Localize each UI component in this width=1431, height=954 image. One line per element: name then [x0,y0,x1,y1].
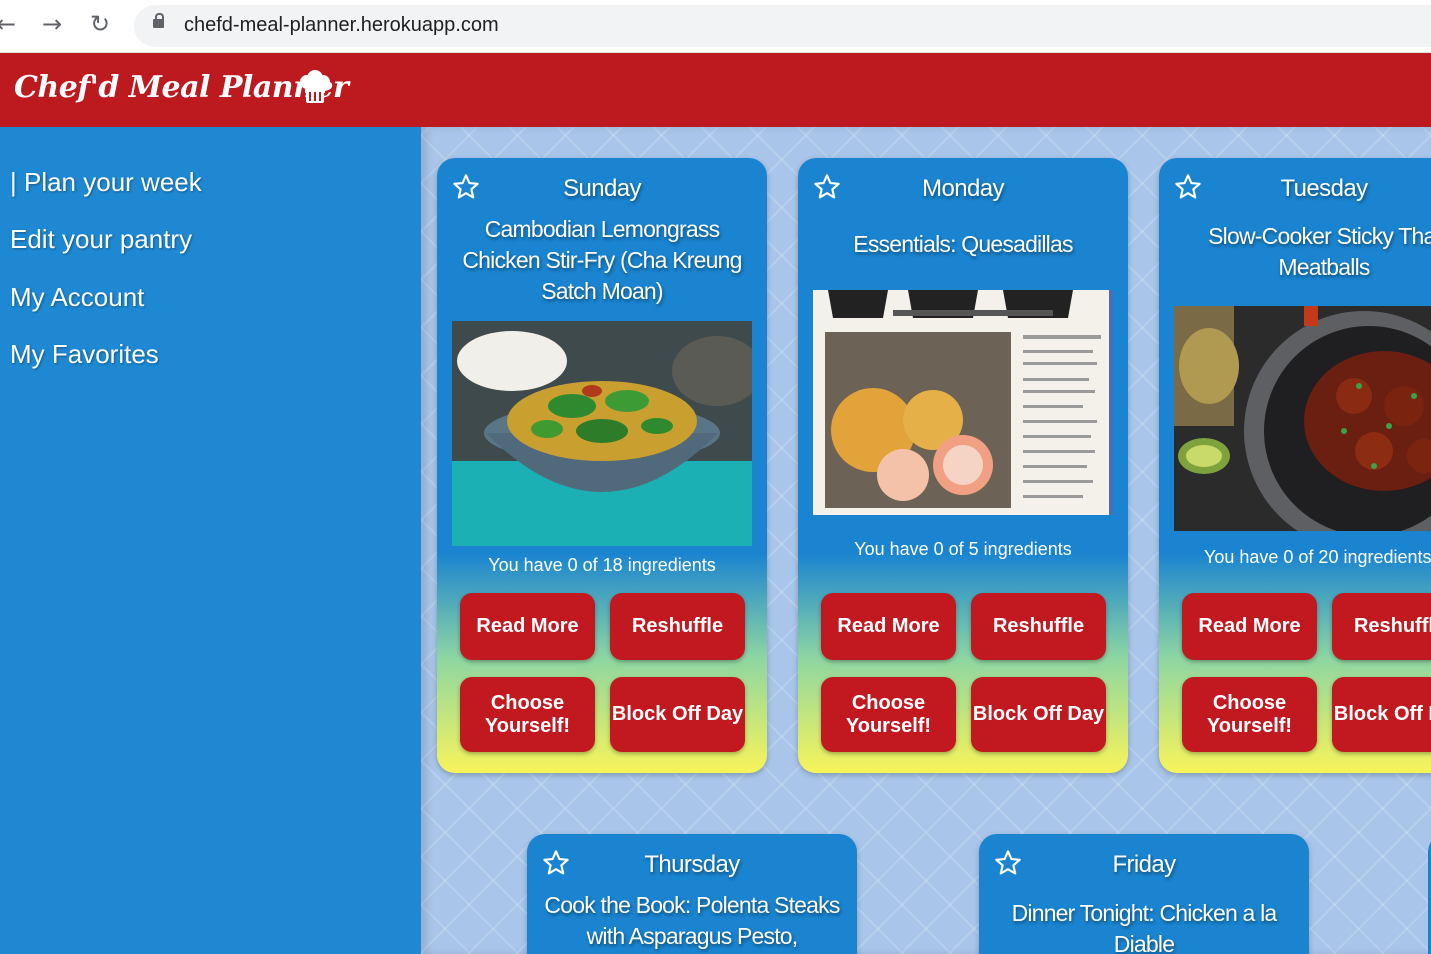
block-off-day-button[interactable]: Block Off Day [1332,677,1431,752]
sidebar-item-edit-pantry[interactable]: Edit your pantry [10,224,192,255]
reshuffle-button[interactable]: Reshuffle [610,593,745,660]
ingredient-count: You have 0 of 20 ingredients [1204,547,1431,567]
recipe-title: Cambodian Lemongrass Chicken Stir-Fry (C… [462,216,742,304]
reload-icon[interactable]: ↻ [86,10,114,38]
recipe-title: Slow-Cooker Sticky Thai Meatballs [1208,223,1431,280]
read-more-button[interactable]: Read More [460,593,595,660]
meal-card-tuesday: Tuesday Slow-Cooker Sticky Thai Meatball… [1159,158,1431,773]
day-label: Friday [1112,851,1176,878]
recipe-image [1174,306,1431,531]
url-text: chefd-meal-planner.herokuapp.com [184,14,499,36]
day-label: Monday [922,175,1004,202]
read-more-button[interactable]: Read More [821,593,956,660]
read-more-button[interactable]: Read More [1182,593,1317,660]
forward-arrow-icon[interactable]: → [38,10,66,38]
day-label: Sunday [563,175,641,202]
choose-yourself-button[interactable]: Choose Yourself! [821,677,956,752]
meal-card-friday: Friday Dinner Tonight: Chicken a la Diab… [979,834,1309,954]
choose-yourself-button[interactable]: Choose Yourself! [1182,677,1317,752]
sidebar-item-my-favorites[interactable]: My Favorites [10,339,159,370]
ingredient-count: You have 0 of 18 ingredients [488,555,716,575]
app-header: Chef'd Meal Planner [0,53,1431,127]
recipe-title: Dinner Tonight: Chicken a la Diable [1011,900,1278,954]
address-bar[interactable]: chefd-meal-planner.herokuapp.com [134,5,1431,47]
ingredient-count: You have 0 of 5 ingredients [854,539,1072,559]
recipe-image [813,290,1113,515]
recipe-title: Cook the Book: Polenta Steaks with Aspar… [544,892,840,949]
chef-hat-icon [300,70,330,103]
sidebar-item-plan-week[interactable]: | Plan your week [10,167,202,198]
day-label: Thursday [644,851,740,878]
block-off-day-button[interactable]: Block Off Day [971,677,1106,752]
day-label: Tuesday [1280,175,1369,202]
meal-card-sunday: Sunday Cambodian Lemongrass Chicken Stir… [437,158,767,773]
sidebar-item-my-account[interactable]: My Account [10,282,144,313]
meal-card-monday: Monday Essentials: Quesadillas You have … [798,158,1128,773]
reshuffle-button[interactable]: Reshuffle [971,593,1106,660]
sidebar: | Plan your week Edit your pantry My Acc… [0,127,421,954]
choose-yourself-button[interactable]: Choose Yourself! [460,677,595,752]
back-arrow-icon[interactable]: ← [0,10,20,38]
browser-toolbar: ← → ↻ chefd-meal-planner.herokuapp.com [0,0,1431,53]
block-off-day-button[interactable]: Block Off Day [610,677,745,752]
reshuffle-button[interactable]: Reshuffle [1332,593,1431,660]
meal-card-thursday: Thursday Cook the Book: Polenta Steaks w… [527,834,857,954]
meal-plan-area: Sunday Cambodian Lemongrass Chicken Stir… [421,127,1431,954]
recipe-image [452,321,752,546]
recipe-title: Essentials: Quesadillas [853,231,1073,257]
lock-icon [153,13,164,28]
